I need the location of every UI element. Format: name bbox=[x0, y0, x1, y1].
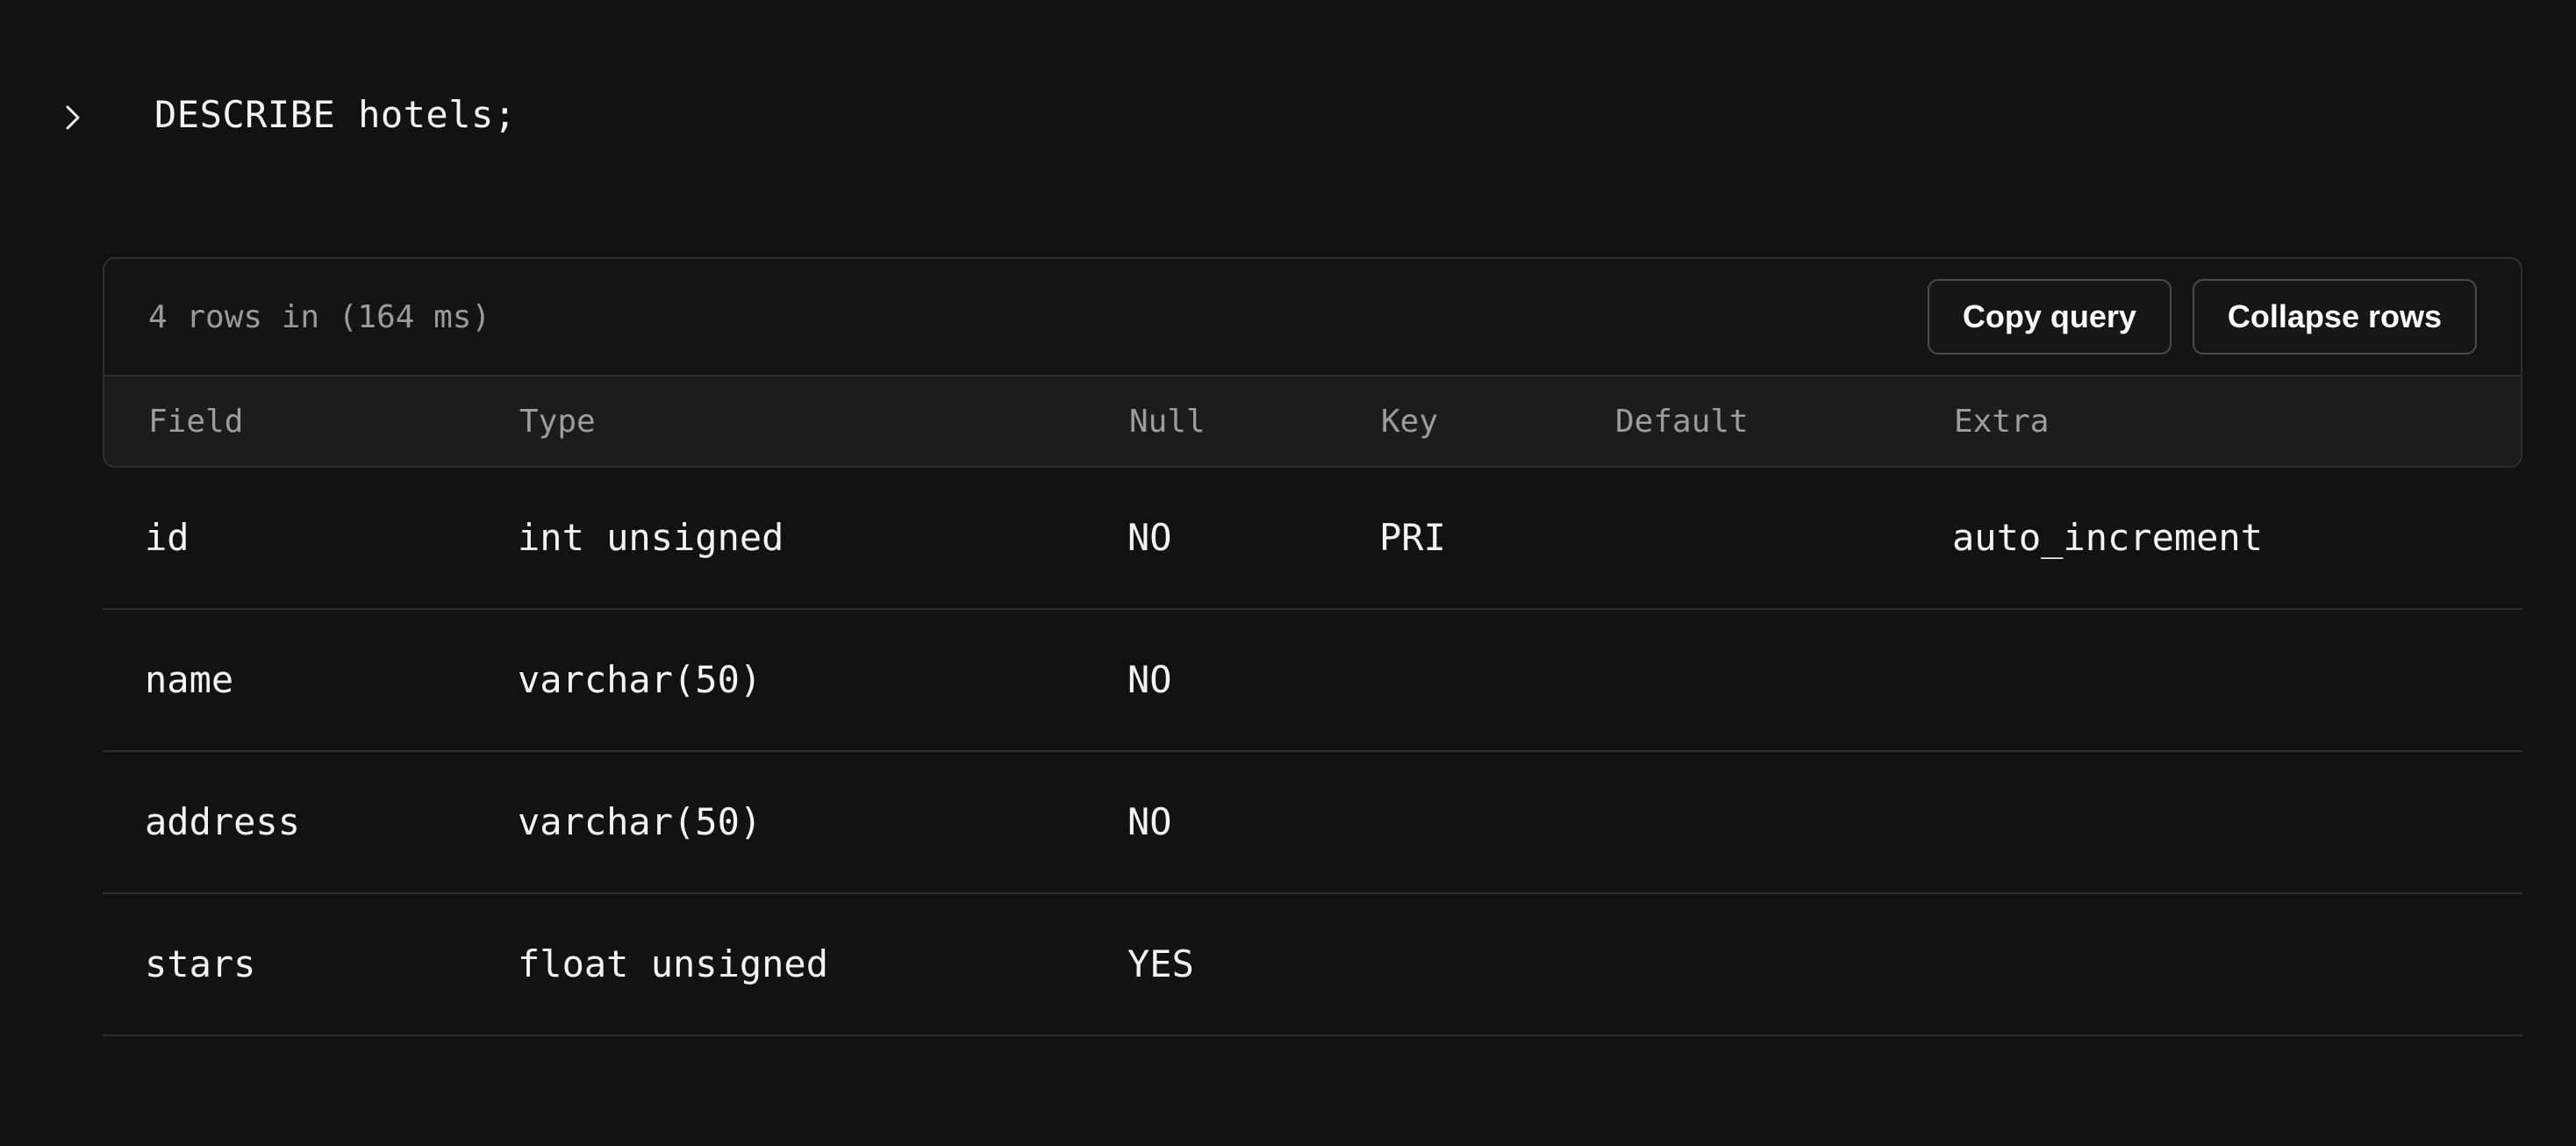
query-prompt-line: DESCRIBE hotels; bbox=[63, 88, 517, 140]
cell-field: id bbox=[145, 516, 190, 559]
cell-type: varchar(50) bbox=[518, 658, 762, 701]
table-row: address varchar(50) NO bbox=[103, 752, 2522, 894]
collapse-rows-button[interactable]: Collapse rows bbox=[2192, 279, 2477, 355]
chevron-right-icon bbox=[63, 97, 116, 132]
row-count-summary: 4 rows in (164 ms) bbox=[148, 298, 491, 335]
cell-null: NO bbox=[1127, 800, 1172, 843]
column-header-type: Type bbox=[519, 403, 596, 440]
query-text: DESCRIBE hotels; bbox=[154, 92, 517, 136]
column-header-extra: Extra bbox=[1954, 403, 2050, 440]
column-header-null: Null bbox=[1129, 403, 1206, 440]
cell-null: NO bbox=[1127, 658, 1172, 701]
table-row: stars float unsigned YES bbox=[103, 894, 2522, 1036]
table-header-row: Field Type Null Key Default Extra bbox=[104, 376, 2521, 466]
cell-type: varchar(50) bbox=[518, 800, 762, 843]
result-header-box: 4 rows in (164 ms) Copy query Collapse r… bbox=[103, 257, 2522, 468]
cell-type: int unsigned bbox=[518, 516, 784, 559]
copy-query-button[interactable]: Copy query bbox=[1927, 279, 2172, 355]
cell-field: name bbox=[145, 658, 234, 701]
cell-field: stars bbox=[145, 942, 256, 985]
column-header-field: Field bbox=[148, 403, 244, 440]
cell-null: NO bbox=[1127, 516, 1172, 559]
query-result-panel: 4 rows in (164 ms) Copy query Collapse r… bbox=[103, 257, 2522, 1036]
cell-extra: auto_increment bbox=[1952, 516, 2264, 559]
column-header-key: Key bbox=[1381, 403, 1439, 440]
cell-field: address bbox=[145, 800, 301, 843]
cell-type: float unsigned bbox=[518, 942, 829, 985]
result-toolbar: 4 rows in (164 ms) Copy query Collapse r… bbox=[104, 259, 2521, 376]
table-row: id int unsigned NO PRI auto_increment bbox=[103, 468, 2522, 610]
toolbar-buttons: Copy query Collapse rows bbox=[1927, 279, 2477, 355]
cell-null: YES bbox=[1127, 942, 1194, 985]
table-row: name varchar(50) NO bbox=[103, 610, 2522, 752]
cell-key: PRI bbox=[1379, 516, 1446, 559]
column-header-default: Default bbox=[1615, 403, 1749, 440]
